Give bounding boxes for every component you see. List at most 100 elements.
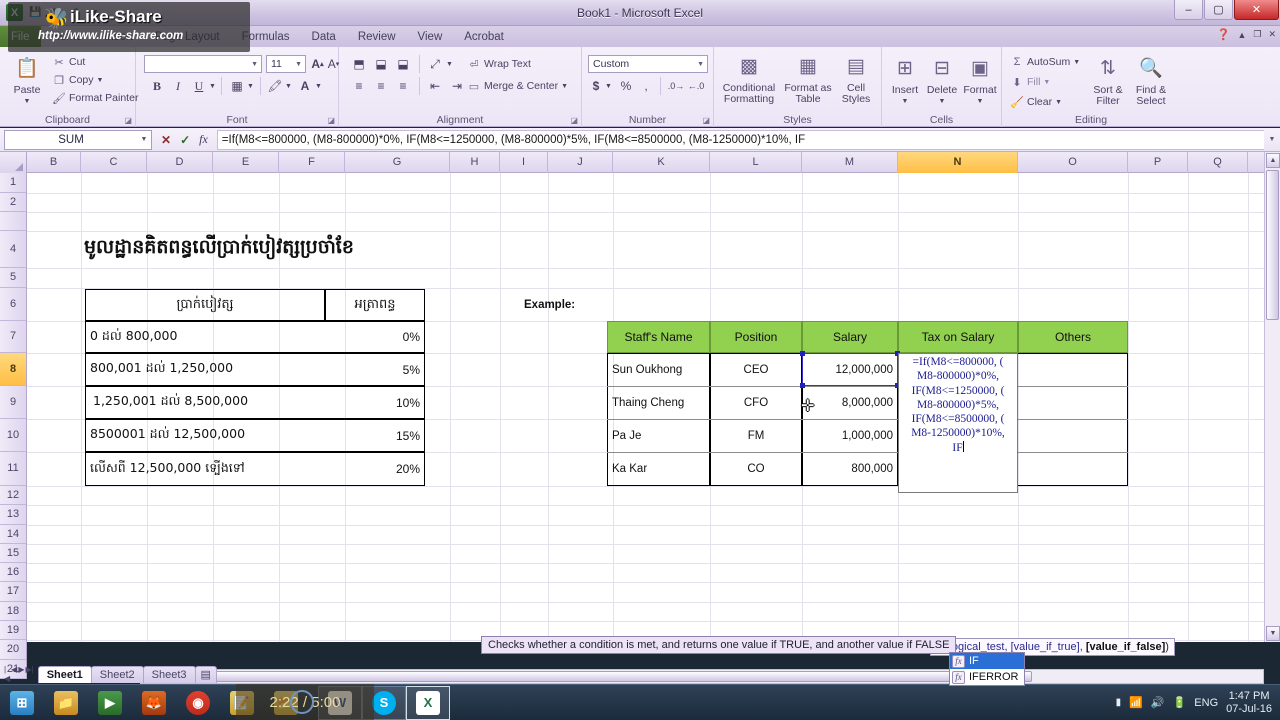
column-header-E[interactable]: E [213, 152, 279, 173]
row-header-17[interactable]: 17 [0, 582, 26, 602]
align-top-icon[interactable]: ⬒ [349, 55, 369, 73]
sheet-tab-sheet3[interactable]: Sheet3 [142, 665, 196, 683]
volume-icon[interactable]: 🔊 [1151, 696, 1165, 709]
row-header-2[interactable]: 2 [0, 193, 26, 212]
column-header-C[interactable]: C [81, 152, 147, 173]
taskbar-item-excel[interactable]: X [406, 685, 450, 720]
scroll-up-button[interactable]: ▲ [1266, 153, 1280, 168]
paste-button[interactable]: 📋 Paste ▼ [6, 53, 48, 107]
font-name-combo[interactable]: ▼ [144, 55, 262, 73]
first-sheet-icon[interactable]: |◀ [4, 665, 10, 683]
align-middle-icon[interactable]: ⬓ [371, 55, 391, 73]
chevron-down-icon[interactable]: ▼ [445, 55, 454, 73]
autocomplete-item-if[interactable]: fx IF [950, 653, 1024, 669]
format-painter-button[interactable]: 🖌 Format Painter [52, 91, 138, 105]
formula-autocomplete-list[interactable]: fx IF fx IFERROR [949, 652, 1025, 686]
close-icon[interactable]: ✕ [1268, 29, 1276, 40]
tab-view[interactable]: View [407, 27, 454, 48]
currency-format-button[interactable]: $ [588, 77, 604, 95]
bold-button[interactable]: B [148, 77, 166, 95]
row-header-3[interactable] [0, 212, 26, 231]
row-header-1[interactable]: 1 [0, 173, 26, 193]
chevron-down-icon[interactable]: ▼ [314, 77, 323, 95]
increase-indent-icon[interactable]: ⇥ [447, 77, 467, 95]
close-button[interactable]: ✕ [1234, 0, 1279, 20]
decrease-decimal-icon[interactable]: ←.0 [686, 77, 706, 95]
wrap-text-button[interactable]: ⏎ Wrap Text [467, 57, 531, 71]
sort-filter-button[interactable]: ⇅ Sort & Filter [1088, 53, 1128, 107]
taskbar-item-explorer[interactable]: 📁 [44, 686, 88, 720]
column-header-P[interactable]: P [1128, 152, 1188, 173]
row-header-8[interactable]: 8 [0, 353, 26, 386]
cut-button[interactable]: ✂ Cut [52, 55, 85, 69]
cell-editor-n8[interactable]: =If(M8<=800000, ( M8-800000)*0%, IF(M8<=… [898, 353, 1018, 493]
tray-language[interactable]: ENG [1194, 697, 1218, 709]
insert-function-button[interactable]: fx [199, 132, 208, 147]
row-header-4[interactable]: 4 [0, 231, 26, 268]
show-desktop-icon[interactable]: ▮ [1116, 697, 1122, 708]
decrease-indent-icon[interactable]: ⇤ [425, 77, 445, 95]
alignment-dialog-launcher[interactable]: ◪ [570, 116, 578, 125]
row-header-18[interactable]: 18 [0, 602, 26, 621]
tab-review[interactable]: Review [347, 27, 407, 48]
row-header-11[interactable]: 11 [0, 452, 26, 486]
row-header-6[interactable]: 6 [0, 288, 26, 321]
tab-data[interactable]: Data [301, 27, 347, 48]
column-header-H[interactable]: H [450, 152, 500, 173]
taskbar-item-media[interactable]: ▶ [88, 686, 132, 720]
sheet-tab-sheet2[interactable]: Sheet2 [90, 665, 144, 683]
italic-button[interactable]: I [169, 77, 187, 95]
grow-font-button[interactable]: A ▴ [310, 55, 325, 73]
sheet-tab-sheet1[interactable]: Sheet1 [37, 665, 92, 683]
chevron-down-icon[interactable]: ▼ [246, 77, 255, 95]
horizontal-scroll-thumb[interactable] [142, 671, 1032, 682]
align-right-icon[interactable]: ≡ [393, 77, 413, 95]
chevron-down-icon[interactable]: ▼ [284, 77, 293, 95]
number-dialog-launcher[interactable]: ◪ [702, 116, 710, 125]
column-header-K[interactable]: K [613, 152, 710, 173]
row-header-15[interactable]: 15 [0, 544, 26, 563]
row-header-16[interactable]: 16 [0, 563, 26, 582]
column-header-I[interactable]: I [500, 152, 548, 173]
minimize-ribbon-icon[interactable]: ▲ [1237, 30, 1246, 40]
expand-formula-bar-icon[interactable]: ▼ [1264, 136, 1280, 143]
align-left-icon[interactable]: ≡ [349, 77, 369, 95]
maximize-button[interactable]: ▢ [1204, 0, 1233, 20]
underline-button[interactable]: U [190, 77, 208, 95]
taskbar-item-chrome[interactable]: ◉ [176, 686, 220, 720]
clipboard-dialog-launcher[interactable]: ◪ [124, 116, 132, 125]
delete-cells-button[interactable]: ⊟ Delete ▼ [924, 53, 960, 107]
row-header-9[interactable]: 9 [0, 386, 26, 419]
select-all-button[interactable] [0, 152, 27, 173]
row-header-14[interactable]: 14 [0, 525, 26, 544]
orientation-icon[interactable]: ⤢ [425, 55, 445, 73]
cell-styles-button[interactable]: ▤ Cell Styles [834, 51, 878, 105]
merge-center-button[interactable]: ▭ Merge & Center ▼ [467, 79, 568, 93]
fill-color-icon[interactable]: 🖍 [266, 77, 284, 95]
row-header-7[interactable]: 7 [0, 321, 26, 353]
cancel-formula-button[interactable]: ✕ [161, 133, 171, 147]
vertical-scrollbar[interactable]: ▲ ▼ [1264, 152, 1280, 642]
row-header-20[interactable]: 20 [0, 640, 26, 660]
scroll-down-button[interactable]: ▼ [1266, 626, 1280, 641]
column-header-Q[interactable]: Q [1188, 152, 1248, 173]
number-format-combo[interactable]: Custom ▼ [588, 55, 708, 73]
grid-canvas[interactable]: មូលដ្ឋានគិតពន្ធលើប្រាក់បៀវត្សប្រចាំខែ ប្… [27, 173, 1280, 642]
row-header-19[interactable]: 19 [0, 621, 26, 640]
last-sheet-icon[interactable]: ▶| [25, 665, 33, 683]
chevron-down-icon[interactable]: ▼ [604, 77, 613, 95]
start-button[interactable]: ⊞ [0, 686, 44, 720]
name-box[interactable]: SUM ▼ [4, 129, 152, 150]
help-icon[interactable]: ❓ [1217, 28, 1231, 41]
comma-format-button[interactable]: , [638, 77, 654, 95]
autosum-button[interactable]: Σ AutoSum ▼ [1010, 55, 1081, 69]
minimize-button[interactable]: – [1174, 0, 1203, 20]
insert-sheet-icon[interactable]: ▤ [194, 665, 217, 683]
row-header-12[interactable]: 12 [0, 486, 26, 505]
copy-button[interactable]: ❐ Copy ▼ [52, 73, 103, 87]
font-size-combo[interactable]: 11 ▼ [266, 55, 306, 73]
enter-formula-button[interactable]: ✓ [180, 133, 190, 147]
find-select-button[interactable]: 🔍 Find & Select [1130, 53, 1172, 107]
format-cells-button[interactable]: ▣ Format ▼ [962, 53, 998, 107]
column-header-D[interactable]: D [147, 152, 213, 173]
